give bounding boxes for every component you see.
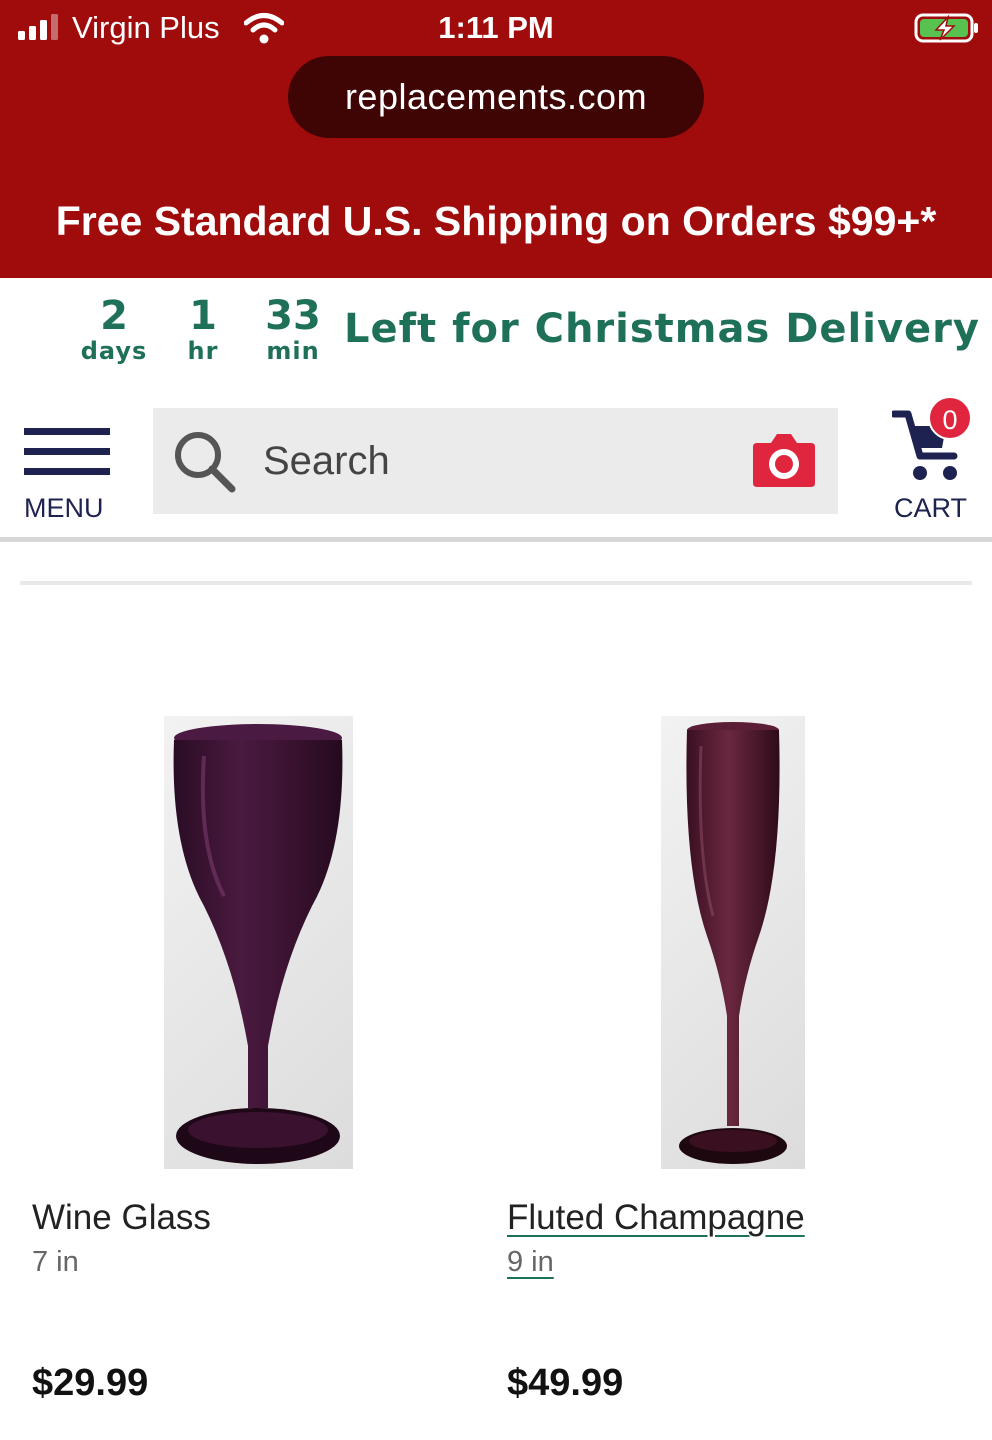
product-name-link[interactable]: Wine Glass — [32, 1198, 211, 1238]
status-time: 1:11 PM — [438, 10, 554, 45]
product-image-champagne-flute[interactable] — [661, 716, 805, 1169]
countdown-days-value: 2 — [100, 293, 128, 339]
header-divider — [0, 537, 992, 542]
search-icon — [175, 432, 236, 493]
search-bar[interactable] — [153, 408, 838, 514]
product-size: 7 in — [32, 1246, 79, 1278]
cart-count-badge: 0 — [928, 396, 972, 440]
product-price: $49.99 — [507, 1362, 624, 1404]
countdown-hours: 1 hr — [178, 294, 228, 364]
countdown-minutes-label: min — [266, 337, 320, 365]
countdown-days: 2 days — [80, 294, 148, 364]
wine-glass-icon — [173, 724, 343, 1164]
status-bar: Virgin Plus 1:11 PM — [0, 0, 992, 56]
menu-button[interactable]: MENU — [24, 428, 114, 528]
product-size: 9 in — [507, 1246, 554, 1278]
content-divider — [20, 581, 972, 585]
champagne-flute-icon — [679, 722, 787, 1164]
hamburger-icon — [24, 428, 114, 475]
product-name-link[interactable]: Fluted Champagne — [507, 1198, 805, 1238]
battery-charging-icon — [914, 13, 978, 43]
product-image-wine-glass[interactable] — [164, 716, 353, 1169]
countdown-minutes-value: 33 — [265, 293, 321, 339]
menu-label: MENU — [24, 493, 104, 523]
countdown-hours-label: hr — [187, 337, 219, 365]
top-banner: Virgin Plus 1:11 PM replacements.com Fre… — [0, 0, 992, 278]
cart-button[interactable]: 0 CART — [890, 396, 982, 528]
countdown-days-label: days — [80, 337, 148, 365]
camera-icon[interactable] — [751, 431, 817, 489]
shipping-promo[interactable]: Free Standard U.S. Shipping on Orders $9… — [0, 198, 992, 245]
countdown-message: Left for Christmas Delivery — [344, 306, 980, 352]
countdown-minutes: 33 min — [262, 294, 324, 364]
address-bar-url: replacements.com — [344, 76, 648, 117]
cart-label: CART — [894, 493, 968, 523]
christmas-countdown[interactable]: 2 days 1 hr 33 min Left for Christmas De… — [0, 278, 992, 378]
product-price: $29.99 — [32, 1362, 149, 1404]
address-bar[interactable]: replacements.com — [288, 56, 704, 138]
search-input[interactable] — [263, 436, 733, 486]
countdown-hours-value: 1 — [189, 293, 217, 339]
